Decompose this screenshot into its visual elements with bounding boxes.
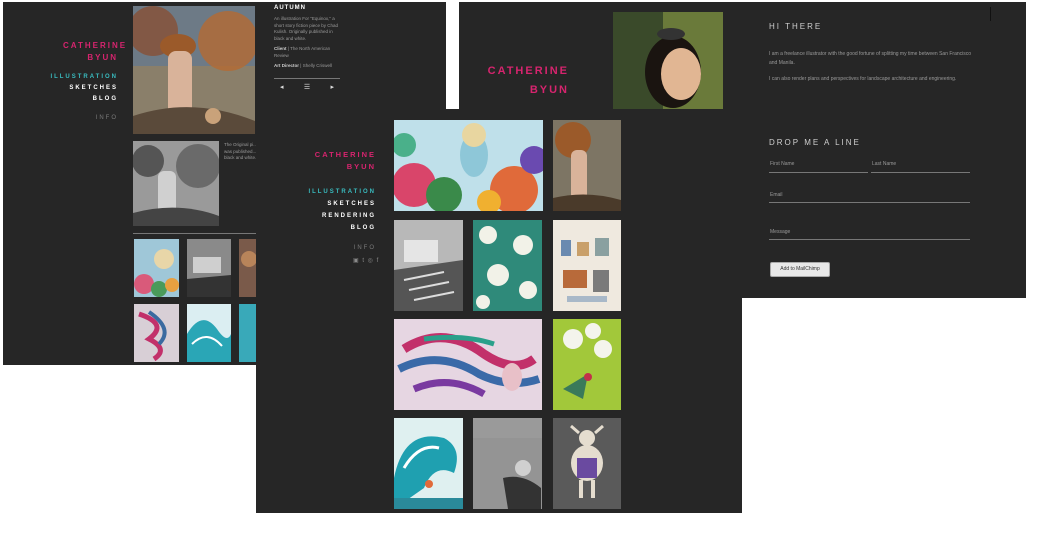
detail-client: Client | The North American Review	[274, 46, 331, 58]
note-text: The Original pi... was published... blac…	[224, 142, 258, 160]
social-icons[interactable]: ▣ t ◎ f	[353, 257, 379, 264]
gallery-house-sketch[interactable]	[394, 220, 463, 311]
gallery-things-poster[interactable]	[553, 220, 621, 311]
featured-image-autumn[interactable]	[133, 6, 255, 134]
about-paragraph-2: I can also render plans and perspectives…	[769, 76, 957, 82]
brand-first: CATHERINE	[63, 41, 128, 50]
divider	[274, 77, 340, 79]
message-field[interactable]: Message	[770, 229, 790, 235]
nav-sketches[interactable]: SKETCHES	[296, 198, 376, 210]
prev-arrow-icon[interactable]: ◂	[280, 83, 284, 91]
gallery-boat-sketch[interactable]	[473, 418, 542, 509]
window-gallery: CATHERINE BYUN ILLUSTRATION SKETCHES REN…	[256, 109, 742, 513]
brand-last: BYUN	[87, 53, 118, 62]
brand-logo-about[interactable]: CATHERINE BYUN	[477, 62, 569, 100]
nav-info[interactable]: INFO	[296, 242, 376, 254]
about-heading: HI THERE	[769, 22, 823, 31]
thumb-house[interactable]	[187, 239, 231, 297]
gallery-surfer-wave[interactable]	[394, 418, 463, 509]
first-name-field[interactable]: First Name	[770, 161, 794, 167]
main-nav-gallery: ILLUSTRATION SKETCHES RENDERING BLOG INF…	[296, 186, 376, 254]
nav-blog[interactable]: BLOG	[43, 94, 118, 105]
nav-illustration[interactable]: ILLUSTRATION	[43, 72, 118, 83]
first-name-underline	[769, 172, 868, 173]
detail-description: An illustration For "Equinox," a short s…	[274, 16, 339, 41]
detail-panel: AUTUMN An illustration For "Equinox," a …	[274, 5, 340, 91]
gallery-flowing-hair[interactable]	[394, 319, 542, 410]
brand-first: CATHERINE	[487, 65, 569, 77]
portrait-photo	[613, 12, 723, 110]
email-underline	[769, 202, 970, 203]
next-arrow-icon[interactable]: ▸	[330, 83, 334, 91]
gallery-bull[interactable]	[553, 418, 621, 509]
thumb-flowers[interactable]	[134, 239, 179, 297]
gallery-autumn[interactable]	[553, 120, 621, 211]
brand-first: CATHERINE	[314, 150, 376, 159]
nav-illustration[interactable]: ILLUSTRATION	[296, 186, 376, 198]
nav-rendering[interactable]: RENDERING	[296, 210, 376, 222]
last-name-field[interactable]: Last Name	[872, 161, 896, 167]
text-cursor	[990, 7, 991, 21]
detail-art-director: Art Director | Shelly Criswell	[274, 63, 332, 68]
nav-blog[interactable]: BLOG	[296, 222, 376, 234]
last-name-underline	[871, 172, 970, 173]
brand-logo[interactable]: CATHERINE BYUN	[63, 40, 128, 64]
pager: ◂ ☰ ▸	[274, 83, 340, 91]
nav-info[interactable]: INFO	[43, 113, 118, 124]
grid-icon[interactable]: ☰	[304, 83, 310, 91]
thumb-hair[interactable]	[134, 304, 179, 362]
about-paragraph-1: I am a freelance illustrator with the go…	[769, 51, 972, 66]
art-director-value: Shelly Criswell	[302, 63, 332, 68]
gallery-hummingbird[interactable]	[553, 319, 621, 410]
main-nav: ILLUSTRATION SKETCHES BLOG INFO	[43, 72, 118, 124]
email-field[interactable]: Email	[770, 192, 783, 198]
gallery-bird-pattern[interactable]	[473, 220, 542, 311]
art-director-label: Art Director	[274, 63, 300, 68]
contact-heading: DROP ME A LINE	[769, 138, 861, 147]
nav-sketches[interactable]: SKETCHES	[43, 83, 118, 94]
gallery-flower-garden[interactable]	[394, 120, 543, 211]
client-label: Client	[274, 46, 287, 51]
brand-last: BYUN	[346, 162, 376, 171]
image-autumn-bw[interactable]	[133, 141, 219, 226]
message-underline	[769, 239, 970, 240]
thumb-wave[interactable]	[187, 304, 231, 362]
divider-2	[133, 233, 258, 234]
detail-title: AUTUMN	[274, 5, 306, 11]
brand-last: BYUN	[529, 84, 569, 96]
brand-logo-gallery[interactable]: CATHERINE BYUN	[302, 149, 376, 173]
mailchimp-submit-button[interactable]: Add to MailChimp	[770, 262, 830, 277]
